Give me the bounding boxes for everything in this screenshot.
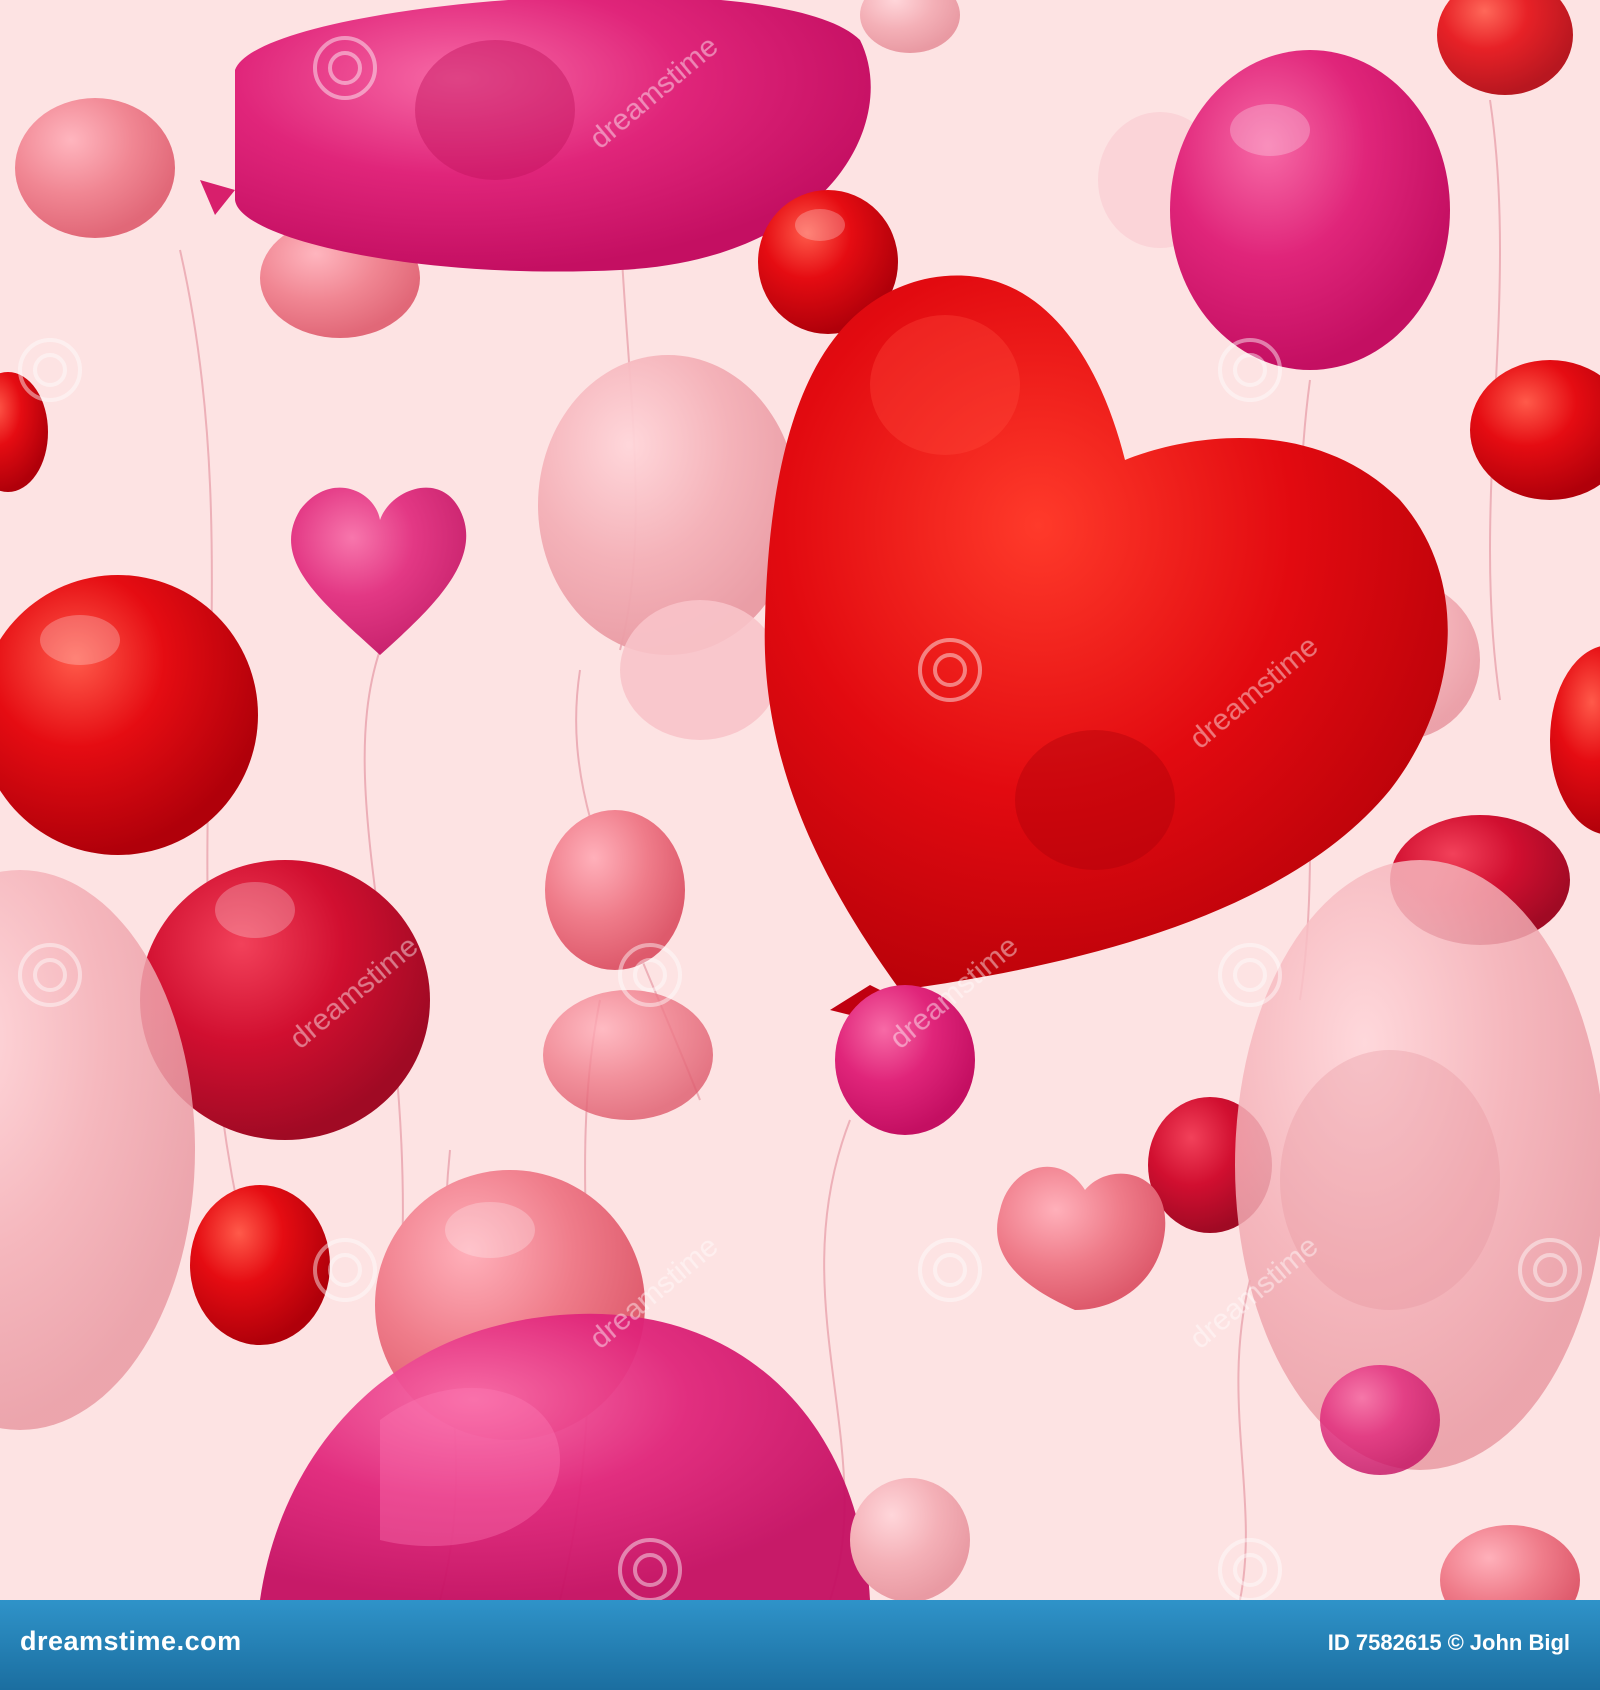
- author-name[interactable]: John Bigl: [1470, 1630, 1570, 1655]
- balloon-pale-top-left: [15, 98, 175, 238]
- balloon-illustration: dreamstime dreamstime dreamstime dreamst…: [0, 0, 1600, 1600]
- balloon-pale-center-lower: [543, 990, 713, 1120]
- footer-bar: dreamstime.com ID 7582615 © John Bigl: [0, 1600, 1600, 1690]
- balloon-magenta-bottom-right: [1320, 1365, 1440, 1475]
- brand-name[interactable]: dreamstime.com: [20, 1626, 242, 1657]
- image-credit: ID 7582615 © John Bigl: [1328, 1630, 1576, 1656]
- copyright-icon: ©: [1447, 1630, 1464, 1655]
- balloon-coral-center: [545, 810, 685, 970]
- balloon-pale-bottom-center: [850, 1478, 970, 1600]
- image-id: ID 7582615: [1327, 1630, 1442, 1655]
- balloon-magenta-top-right: [1170, 50, 1450, 370]
- balloon-red-lower-left: [190, 1185, 330, 1345]
